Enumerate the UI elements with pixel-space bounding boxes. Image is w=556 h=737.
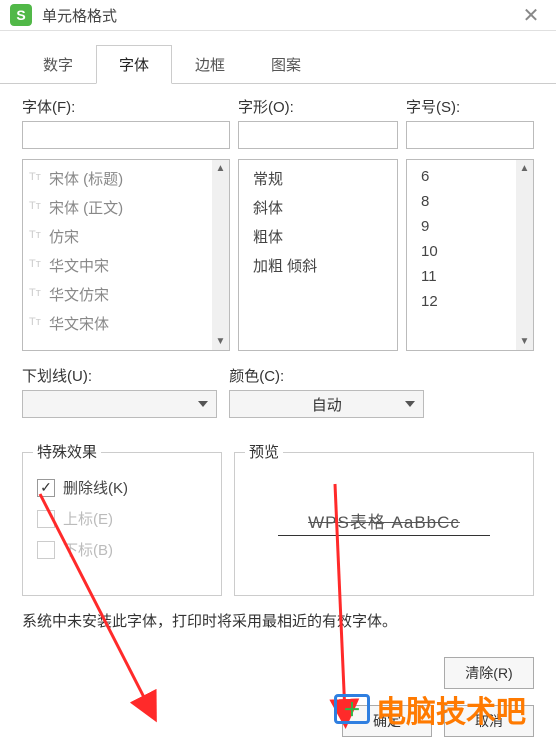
- strikethrough-checkbox-row[interactable]: ✓ 删除线(K): [37, 477, 207, 498]
- effects-group: 特殊效果 ✓ 删除线(K) 上标(E) 下标(B): [22, 452, 222, 596]
- close-button[interactable]: ✕: [516, 0, 546, 30]
- underline-dropdown[interactable]: [22, 390, 217, 418]
- tab-border[interactable]: 边框: [172, 45, 248, 84]
- ok-button[interactable]: 确定: [342, 705, 432, 737]
- size-list-item[interactable]: 9: [407, 214, 533, 239]
- font-type-icon: Tᴛ: [29, 171, 41, 183]
- size-list-item[interactable]: 10: [407, 239, 533, 264]
- font-list-item[interactable]: Tᴛ宋体 (正文): [23, 193, 229, 222]
- size-list-item[interactable]: 12: [407, 289, 533, 314]
- checkbox-label: 删除线(K): [63, 477, 128, 498]
- style-input[interactable]: [238, 121, 398, 149]
- style-label: 字形(O):: [238, 96, 398, 117]
- font-input[interactable]: [22, 121, 230, 149]
- checkbox-icon[interactable]: [37, 510, 55, 528]
- color-dropdown[interactable]: 自动: [229, 390, 424, 418]
- checkbox-icon[interactable]: ✓: [37, 479, 55, 497]
- tab-font[interactable]: 字体: [96, 45, 172, 84]
- font-list-item[interactable]: Tᴛ宋体 (标题): [23, 164, 229, 193]
- titlebar: S 单元格格式 ✕: [0, 0, 556, 31]
- scrollbar[interactable]: ▲ ▼: [516, 160, 533, 350]
- size-list-item[interactable]: 11: [407, 264, 533, 289]
- style-listbox[interactable]: 常规 斜体 粗体 加粗 倾斜: [238, 159, 398, 351]
- tab-bar: 数字 字体 边框 图案: [0, 45, 556, 84]
- preview-text: WPS表格 AaBbCc: [278, 508, 490, 536]
- font-list-item[interactable]: Tᴛ华文中宋: [23, 251, 229, 280]
- style-list-item[interactable]: 常规: [239, 164, 397, 193]
- preview-area: WPS表格 AaBbCc: [249, 467, 519, 577]
- underline-label: 下划线(U):: [22, 365, 217, 386]
- checkbox-icon[interactable]: [37, 541, 55, 559]
- cancel-button[interactable]: 取消: [444, 705, 534, 737]
- tab-pattern[interactable]: 图案: [248, 45, 324, 84]
- scroll-down-icon[interactable]: ▼: [516, 333, 533, 350]
- preview-legend: 预览: [245, 441, 283, 462]
- color-label: 颜色(C):: [229, 365, 424, 386]
- clear-button[interactable]: 清除(R): [444, 657, 534, 689]
- size-list-item[interactable]: 8: [407, 189, 533, 214]
- style-list-item[interactable]: 斜体: [239, 193, 397, 222]
- font-type-icon: Tᴛ: [29, 229, 41, 241]
- superscript-checkbox-row[interactable]: 上标(E): [37, 508, 207, 529]
- checkbox-label: 上标(E): [63, 508, 113, 529]
- effects-legend: 特殊效果: [33, 441, 101, 462]
- subscript-checkbox-row[interactable]: 下标(B): [37, 539, 207, 560]
- size-label: 字号(S):: [406, 96, 534, 117]
- font-type-icon: Tᴛ: [29, 287, 41, 299]
- font-list-item[interactable]: Tᴛ华文仿宋: [23, 280, 229, 309]
- font-listbox[interactable]: Tᴛ宋体 (标题) Tᴛ宋体 (正文) Tᴛ仿宋 Tᴛ华文中宋 Tᴛ华文仿宋 T…: [22, 159, 230, 351]
- preview-group: 预览 WPS表格 AaBbCc: [234, 452, 534, 596]
- font-label: 字体(F):: [22, 96, 230, 117]
- chevron-down-icon: [405, 401, 415, 407]
- size-listbox[interactable]: 6 8 9 10 11 12 ▲ ▼: [406, 159, 534, 351]
- app-icon: S: [10, 4, 32, 26]
- size-input[interactable]: [406, 121, 534, 149]
- style-list-item[interactable]: 加粗 倾斜: [239, 251, 397, 280]
- scroll-up-icon[interactable]: ▲: [516, 160, 533, 177]
- style-list-item[interactable]: 粗体: [239, 222, 397, 251]
- chevron-down-icon: [198, 401, 208, 407]
- font-type-icon: Tᴛ: [29, 258, 41, 270]
- scrollbar[interactable]: ▲ ▼: [212, 160, 229, 350]
- font-missing-note: 系统中未安装此字体，打印时将采用最相近的有效字体。: [22, 610, 534, 631]
- checkbox-label: 下标(B): [63, 539, 113, 560]
- scroll-up-icon[interactable]: ▲: [212, 160, 229, 177]
- window-title: 单元格格式: [42, 5, 516, 26]
- font-type-icon: Tᴛ: [29, 200, 41, 212]
- scroll-down-icon[interactable]: ▼: [212, 333, 229, 350]
- size-list-item[interactable]: 6: [407, 164, 533, 189]
- font-list-item[interactable]: Tᴛ华文宋体: [23, 309, 229, 338]
- font-list-item[interactable]: Tᴛ仿宋: [23, 222, 229, 251]
- tab-number[interactable]: 数字: [20, 45, 96, 84]
- font-type-icon: Tᴛ: [29, 316, 41, 328]
